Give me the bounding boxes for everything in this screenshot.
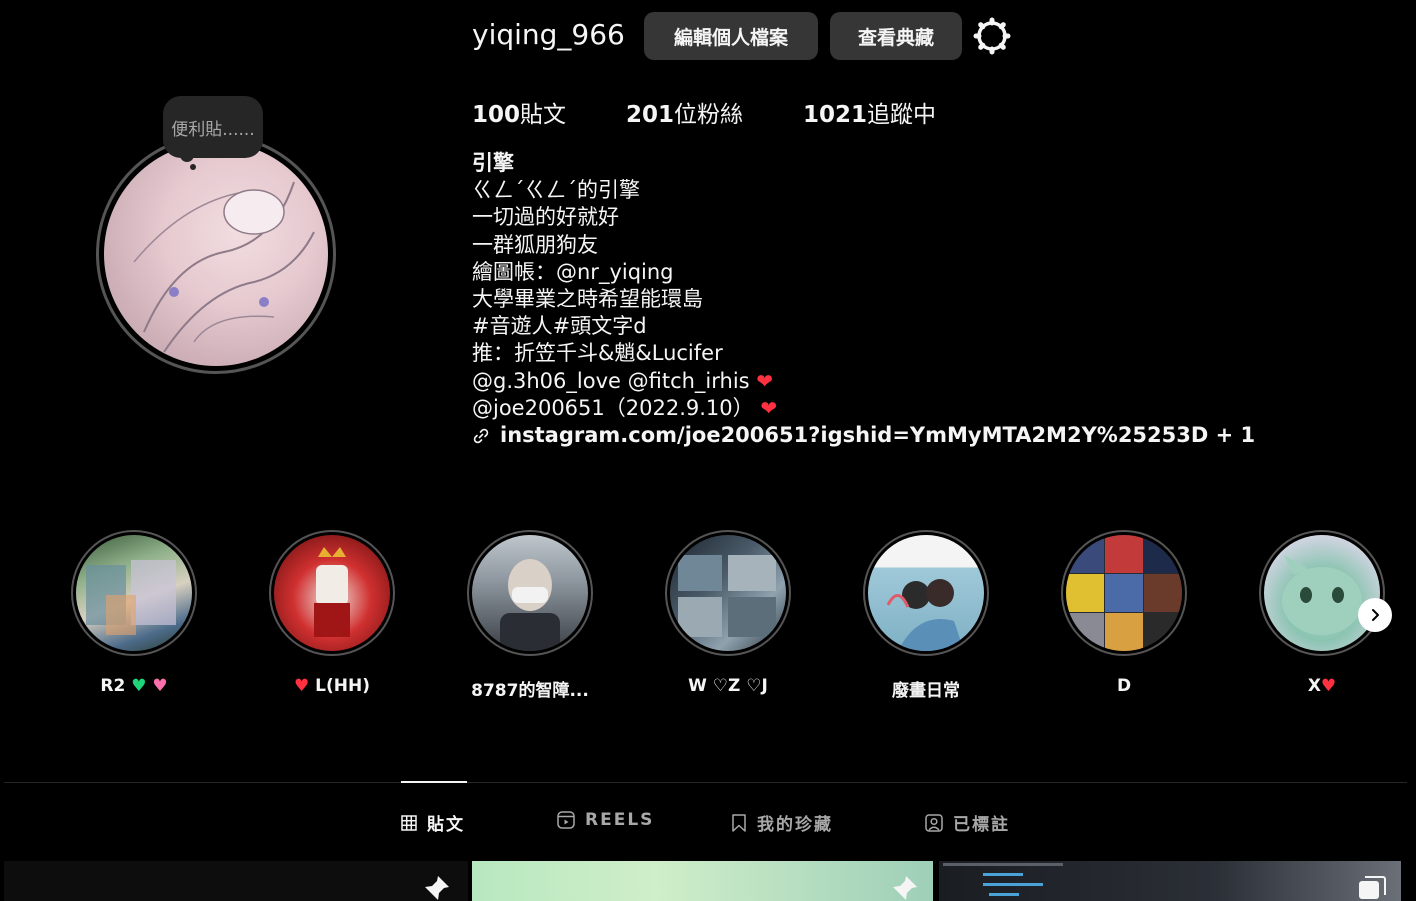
post-tile[interactable] — [4, 861, 468, 901]
red-heart-icon: ❤ — [756, 368, 774, 393]
settings-gear-icon[interactable] — [972, 16, 1012, 56]
highlight-cover-ring — [1259, 530, 1385, 656]
highlight-label: D — [1116, 676, 1132, 696]
highlight-cover-ring — [71, 530, 197, 656]
active-tab-indicator — [401, 781, 467, 783]
bookmark-icon — [732, 813, 746, 832]
bio-mentions[interactable]: @g.3h06_love @fitch_irhis — [472, 369, 750, 393]
edit-profile-button[interactable]: 編輯個人檔案 — [644, 12, 818, 60]
highlight-item[interactable]: D — [1061, 530, 1187, 696]
tab-posts-label: 貼文 — [427, 815, 465, 835]
pin-icon — [425, 876, 449, 900]
bio-line: 繪圖帳：@nr_yiqing — [472, 259, 674, 284]
highlight-label: W ♡Z ♡J — [688, 676, 768, 696]
view-archive-button[interactable]: 查看典藏 — [830, 12, 962, 60]
red-heart-icon: ♥ — [1320, 676, 1337, 696]
posts-stat: 100貼文 — [472, 95, 566, 129]
highlight-cover — [670, 535, 786, 651]
highlight-cover — [1066, 535, 1182, 651]
bio-line: 一切過的好就好 — [472, 205, 619, 230]
tab-reels-label: REELS — [585, 810, 655, 830]
highlight-label: ♥ L(HH) — [294, 676, 370, 696]
link-icon — [473, 428, 489, 443]
highlight-label-text: X — [1307, 676, 1321, 696]
bio-line: 推：折笠千斗&魈&Lucifer — [472, 341, 723, 366]
avatar-image — [104, 142, 328, 366]
code-screenshot-thumbnail — [943, 863, 1063, 896]
bio-link[interactable]: instagram.com/joe200651?igshid=YmMyMTA2M… — [472, 422, 1255, 449]
pink-heart-icon: ♥ — [152, 676, 168, 696]
highlight-item[interactable]: 廢畫日常 — [863, 530, 989, 701]
highlight-item[interactable]: ♥ L(HH) — [269, 530, 395, 696]
highlight-label: 8787的智障... — [471, 681, 589, 701]
tab-tagged[interactable]: 已標註 — [925, 810, 1010, 835]
bio-mention-line: @joe200651（2022.9.10） ❤ — [472, 395, 1255, 422]
note-bubble[interactable]: 便利貼...... — [163, 96, 263, 158]
following-count: 1021 — [803, 102, 868, 128]
highlight-label-text: L(HH) — [315, 676, 370, 696]
highlight-label: 廢畫日常 — [892, 681, 960, 701]
highlight-cover — [274, 535, 390, 651]
bio-link-text[interactable]: instagram.com/joe200651?igshid=YmMyMTA2M… — [500, 422, 1255, 449]
posts-label: 貼文 — [520, 102, 567, 128]
multiple-photos-icon — [1359, 876, 1386, 899]
highlight-cover — [472, 535, 588, 651]
profile-display-name: 引擎 — [472, 151, 514, 175]
grid-icon — [401, 814, 417, 831]
note-bubble-tail-dot — [190, 164, 196, 170]
highlight-cover — [1264, 535, 1380, 651]
bio-mention[interactable]: @joe200651（2022.9.10） — [472, 396, 754, 420]
bio-mentions-line: @g.3h06_love @fitch_irhis ❤ — [472, 368, 1255, 395]
red-heart-icon: ♥ — [294, 676, 310, 696]
following-label: 追蹤中 — [867, 102, 937, 128]
highlight-cover-ring — [467, 530, 593, 656]
highlight-label: R2 ♥ ♥ — [100, 676, 167, 696]
highlight-cover-ring — [1061, 530, 1187, 656]
chevron-right-icon — [1372, 609, 1379, 621]
red-heart-icon: ❤ — [760, 395, 778, 420]
posts-count: 100 — [472, 102, 521, 128]
tab-saved-label: 我的珍藏 — [757, 815, 833, 835]
profile-bio: 引擎 ㄍㄥˊㄍㄥˊ的引擎 一切過的好就好 一群狐朋狗友 繪圖帳：@nr_yiqi… — [472, 150, 1255, 449]
highlight-cover — [868, 535, 984, 651]
profile-stats: 100貼文 201位粉絲 1021追蹤中 — [472, 95, 996, 129]
tabs-divider — [4, 782, 1407, 783]
note-bubble-tail — [180, 148, 194, 162]
tab-reels[interactable]: REELS — [557, 810, 654, 830]
bio-line: ㄍㄥˊㄍㄥˊ的引擎 — [472, 178, 640, 203]
highlight-item[interactable]: W ♡Z ♡J — [665, 530, 791, 696]
highlight-cover-ring — [269, 530, 395, 656]
bio-line: 一群狐朋狗友 — [472, 232, 598, 257]
highlight-label-text: R2 — [100, 676, 126, 696]
followers-count: 201 — [626, 102, 675, 128]
profile-username: yiqing_966 — [472, 18, 625, 51]
post-tile[interactable] — [472, 861, 933, 901]
following-stat[interactable]: 1021追蹤中 — [803, 95, 936, 129]
green-heart-icon: ♥ — [131, 676, 147, 696]
highlight-item[interactable]: R2 ♥ ♥ — [71, 530, 197, 696]
highlight-cover — [76, 535, 192, 651]
highlights-next-button[interactable] — [1358, 598, 1392, 632]
tab-posts[interactable]: 貼文 — [401, 810, 465, 835]
followers-label: 位粉絲 — [674, 102, 744, 128]
tab-tagged-label: 已標註 — [953, 815, 1010, 835]
bio-line: 大學畢業之時希望能環島 — [472, 287, 703, 312]
followers-stat[interactable]: 201位粉絲 — [626, 95, 743, 129]
highlight-cover-ring — [863, 530, 989, 656]
post-tile[interactable] — [939, 861, 1401, 901]
bio-line: #音遊人#頭文字d — [472, 314, 647, 339]
highlight-cover-ring — [665, 530, 791, 656]
reels-icon — [557, 811, 575, 829]
tab-saved[interactable]: 我的珍藏 — [731, 810, 833, 835]
pin-icon — [893, 876, 917, 900]
highlight-label: X♥ — [1308, 676, 1336, 696]
tagged-user-icon — [925, 813, 943, 832]
profile-avatar[interactable] — [96, 134, 336, 374]
highlight-item[interactable]: 8787的智障... — [467, 530, 593, 701]
